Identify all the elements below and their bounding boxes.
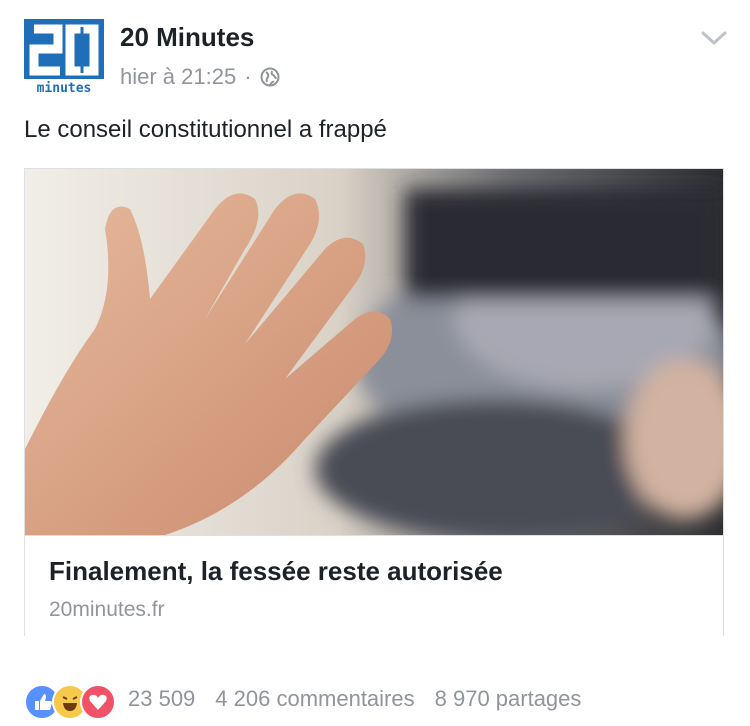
chevron-down-icon[interactable] [700,28,728,48]
link-preview-image[interactable] [25,169,723,535]
reaction-count[interactable]: 23 509 [128,686,195,712]
globe-icon[interactable] [260,67,280,87]
meta-separator: · [244,64,252,89]
page-avatar[interactable]: minutes [24,19,104,99]
reaction-icons[interactable] [24,684,116,720]
post-caption: Le conseil constitutionnel a frappé [24,116,387,143]
link-preview-text[interactable]: Finalement, la fessée reste autorisée 20… [25,535,723,636]
post-stats: 23 509 4 206 commentaires 8 970 partages [128,686,581,712]
facebook-post: minutes 20 Minutes hier à 21:25 · Le con… [0,0,750,726]
love-icon [80,684,116,720]
timestamp[interactable]: hier à 21:25 [120,64,236,90]
link-preview-card[interactable]: Finalement, la fessée reste autorisée 20… [24,168,724,636]
avatar-brand-text: minutes [24,79,104,99]
shares-count[interactable]: 8 970 partages [435,686,582,712]
page-name[interactable]: 20 Minutes [120,22,254,53]
avatar-number-logo [29,24,99,76]
post-meta: hier à 21:25 · [120,64,280,90]
comments-count[interactable]: 4 206 commentaires [215,686,414,712]
link-domain: 20minutes.fr [49,598,165,621]
hand-photo-illustration [25,189,723,535]
link-title[interactable]: Finalement, la fessée reste autorisée [49,556,503,587]
